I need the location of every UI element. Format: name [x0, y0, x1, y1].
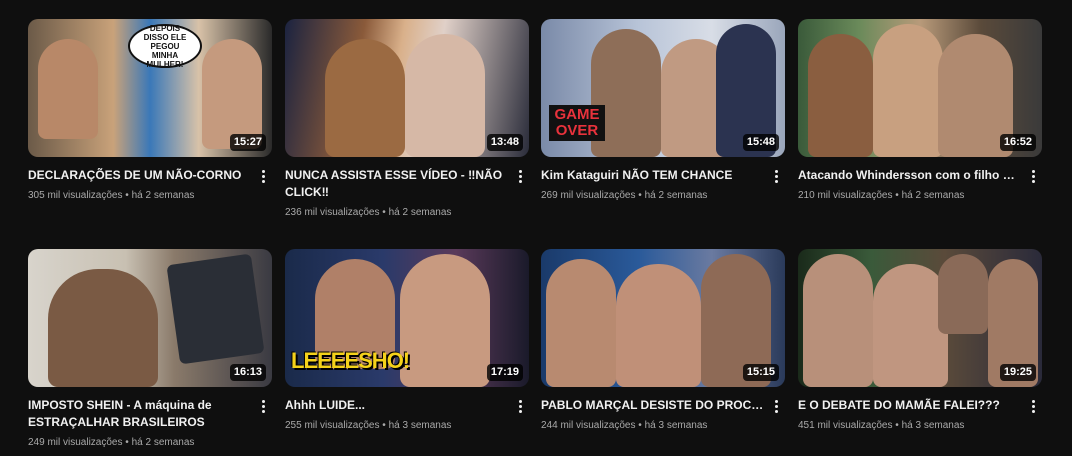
- video-meta: 305 mil visualizações • há 2 semanas: [28, 189, 252, 203]
- upload-age: há 2 semanas: [388, 207, 452, 218]
- video-title[interactable]: IMPOSTO SHEIN - A máquina de ESTRAÇALHAR…: [28, 397, 252, 431]
- more-options-icon[interactable]: [513, 397, 527, 415]
- thumbnail-figure: [938, 254, 988, 334]
- meta-separator: •: [382, 207, 386, 218]
- more-options-icon[interactable]: [256, 167, 270, 185]
- upload-age: há 3 semanas: [644, 420, 708, 431]
- video-card[interactable]: LEEEESHO! 17:19 Ahhh LUIDE... 255 mil vi…: [285, 249, 529, 433]
- duration-badge: 15:27: [229, 134, 266, 151]
- upload-age: há 2 semanas: [131, 437, 195, 448]
- upload-age: há 3 semanas: [388, 420, 452, 431]
- video-thumbnail[interactable]: 19:25: [798, 249, 1042, 387]
- view-count: 269 mil visualizações: [541, 190, 636, 201]
- thumbnail-figure: [38, 39, 98, 139]
- thumbnail-caption: GAME OVER: [549, 105, 605, 141]
- video-card[interactable]: 13:48 NUNCA ASSISTA ESSE VÍDEO - ‼NÃO CL…: [285, 19, 529, 220]
- view-count: 210 mil visualizações: [798, 190, 893, 201]
- more-options-icon[interactable]: [769, 167, 783, 185]
- video-thumbnail[interactable]: DEPOIS DISSO ELE PEGOU MINHA MULHER! 15:…: [28, 19, 272, 157]
- view-count: 244 mil visualizações: [541, 420, 636, 431]
- video-card[interactable]: GAME OVER 15:48 Kim Kataguiri NÃO TEM CH…: [541, 19, 785, 203]
- view-count: 236 mil visualizações: [285, 207, 380, 218]
- video-meta: 210 mil visualizações • há 2 semanas: [798, 189, 1022, 203]
- thumbnail-caption: DEPOIS DISSO ELE PEGOU MINHA MULHER!: [143, 23, 187, 69]
- video-meta: 255 mil visualizações • há 3 semanas: [285, 419, 509, 433]
- video-meta: 451 mil visualizações • há 3 semanas: [798, 419, 1022, 433]
- thumbnail-figure: [202, 39, 262, 149]
- meta-separator: •: [382, 420, 386, 431]
- duration-badge: 13:48: [486, 134, 523, 151]
- video-thumbnail[interactable]: 16:52: [798, 19, 1042, 157]
- thumbnail-figure: [873, 24, 943, 157]
- duration-badge: 16:13: [229, 364, 266, 381]
- video-card[interactable]: DEPOIS DISSO ELE PEGOU MINHA MULHER! 15:…: [28, 19, 272, 203]
- video-meta: 269 mil visualizações • há 2 semanas: [541, 189, 765, 203]
- more-options-icon[interactable]: [513, 167, 527, 185]
- more-options-icon[interactable]: [769, 397, 783, 415]
- video-title[interactable]: Atacando Whindersson com o filho morto..…: [798, 167, 1022, 184]
- video-title[interactable]: PABLO MARÇAL DESISTE DO PROCESSO: [541, 397, 765, 414]
- thumbnail-figure: [808, 34, 873, 157]
- thumbnail-figure: [873, 264, 948, 387]
- thumbnail-figure: [616, 264, 701, 387]
- view-count: 249 mil visualizações: [28, 437, 123, 448]
- thumbnail-figure: [546, 259, 616, 387]
- video-card[interactable]: 16:52 Atacando Whindersson com o filho m…: [798, 19, 1042, 203]
- meta-separator: •: [895, 190, 899, 201]
- video-meta: 244 mil visualizações • há 3 semanas: [541, 419, 765, 433]
- upload-age: há 2 semanas: [644, 190, 708, 201]
- upload-age: há 3 semanas: [901, 420, 965, 431]
- video-card[interactable]: 15:15 PABLO MARÇAL DESISTE DO PROCESSO 2…: [541, 249, 785, 433]
- video-title[interactable]: Ahhh LUIDE...: [285, 397, 509, 414]
- meta-separator: •: [125, 437, 129, 448]
- duration-badge: 17:19: [486, 364, 523, 381]
- video-thumbnail[interactable]: GAME OVER 15:48: [541, 19, 785, 157]
- video-card[interactable]: 16:13 IMPOSTO SHEIN - A máquina de ESTRA…: [28, 249, 272, 450]
- meta-separator: •: [638, 420, 642, 431]
- upload-age: há 2 semanas: [131, 190, 195, 201]
- video-grid: DEPOIS DISSO ELE PEGOU MINHA MULHER! 15:…: [0, 0, 1072, 456]
- video-thumbnail[interactable]: LEEEESHO! 17:19: [285, 249, 529, 387]
- video-thumbnail[interactable]: 15:15: [541, 249, 785, 387]
- duration-badge: 15:15: [742, 364, 779, 381]
- more-options-icon[interactable]: [1026, 167, 1040, 185]
- more-options-icon[interactable]: [256, 397, 270, 415]
- video-title[interactable]: E O DEBATE DO MAMÃE FALEI???: [798, 397, 1022, 414]
- duration-badge: 15:48: [742, 134, 779, 151]
- video-title[interactable]: Kim Kataguiri NÃO TEM CHANCE: [541, 167, 765, 184]
- video-meta: 236 mil visualizações • há 2 semanas: [285, 206, 509, 220]
- more-options-icon[interactable]: [1026, 397, 1040, 415]
- meta-separator: •: [125, 190, 129, 201]
- thumbnail-figure: [400, 254, 490, 387]
- view-count: 305 mil visualizações: [28, 190, 123, 201]
- upload-age: há 2 semanas: [901, 190, 965, 201]
- video-title[interactable]: NUNCA ASSISTA ESSE VÍDEO - ‼NÃO CLICK‼: [285, 167, 509, 201]
- thumbnail-figure: [405, 34, 485, 157]
- speech-bubble: DEPOIS DISSO ELE PEGOU MINHA MULHER!: [128, 23, 202, 69]
- video-title[interactable]: DECLARAÇÕES DE UM NÃO-CORNO: [28, 167, 252, 184]
- laptop-screen: [166, 253, 265, 365]
- thumbnail-figure: [803, 254, 873, 387]
- view-count: 451 mil visualizações: [798, 420, 893, 431]
- meta-separator: •: [638, 190, 642, 201]
- meta-separator: •: [895, 420, 899, 431]
- view-count: 255 mil visualizações: [285, 420, 380, 431]
- thumbnail-figure: [325, 39, 405, 157]
- thumbnail-figure: [48, 269, 158, 387]
- thumbnail-caption: LEEEESHO!: [291, 348, 410, 373]
- duration-badge: 19:25: [999, 364, 1036, 381]
- video-meta: 249 mil visualizações • há 2 semanas: [28, 436, 252, 450]
- video-card[interactable]: 19:25 E O DEBATE DO MAMÃE FALEI??? 451 m…: [798, 249, 1042, 433]
- video-thumbnail[interactable]: 13:48: [285, 19, 529, 157]
- video-thumbnail[interactable]: 16:13: [28, 249, 272, 387]
- duration-badge: 16:52: [999, 134, 1036, 151]
